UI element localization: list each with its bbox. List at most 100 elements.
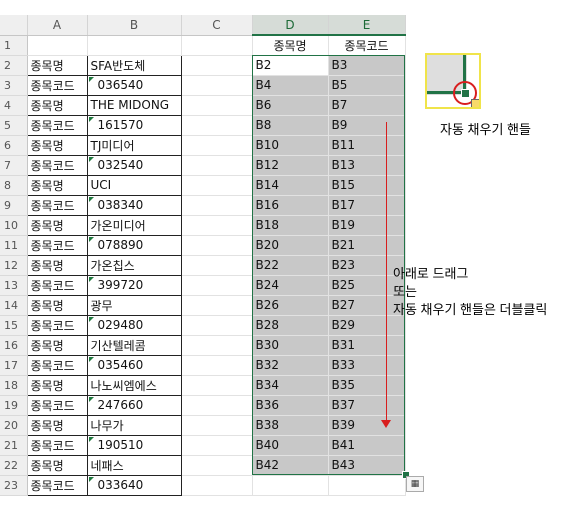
- cell-e[interactable]: B39: [328, 415, 406, 436]
- cell-e[interactable]: B15: [328, 175, 406, 196]
- cell-b[interactable]: 광무: [86, 294, 182, 316]
- row-header[interactable]: 3: [0, 75, 28, 96]
- row-header[interactable]: 8: [0, 175, 28, 196]
- cell-a[interactable]: 종목명: [26, 214, 88, 236]
- cell-b[interactable]: [87, 35, 182, 56]
- cell-d[interactable]: B16: [252, 195, 329, 216]
- cell-a[interactable]: 종목명: [26, 254, 88, 276]
- cell-c[interactable]: [181, 175, 253, 196]
- cell-c[interactable]: [181, 395, 253, 416]
- row-header[interactable]: 4: [0, 95, 28, 116]
- row-header[interactable]: 14: [0, 295, 28, 316]
- cell-c[interactable]: [181, 295, 253, 316]
- cell-c[interactable]: [181, 135, 253, 156]
- cell-a[interactable]: 종목코드: [26, 354, 88, 376]
- cell-c[interactable]: [181, 55, 253, 76]
- row-header[interactable]: 2: [0, 55, 28, 76]
- cell-d[interactable]: B24: [252, 275, 329, 296]
- cell-c[interactable]: [181, 275, 253, 296]
- cell-b[interactable]: 161570: [86, 114, 182, 136]
- cell-d[interactable]: B4: [252, 75, 329, 96]
- row-header[interactable]: 20: [0, 415, 28, 436]
- cell-e[interactable]: B35: [328, 375, 406, 396]
- cell-b[interactable]: 나노씨엠에스: [86, 374, 182, 396]
- cell-d[interactable]: B14: [252, 175, 329, 196]
- cell-d[interactable]: B10: [252, 135, 329, 156]
- cell-e[interactable]: B29: [328, 315, 406, 336]
- cell-b[interactable]: 035460: [86, 354, 182, 376]
- cell-e[interactable]: B9: [328, 115, 406, 136]
- column-header-c[interactable]: C: [181, 15, 253, 36]
- column-header-d[interactable]: D: [252, 15, 329, 36]
- row-header[interactable]: 6: [0, 135, 28, 156]
- cell-b[interactable]: 247660: [86, 394, 182, 416]
- cell-c[interactable]: [181, 315, 253, 336]
- row-header[interactable]: 1: [0, 35, 28, 56]
- cell-e[interactable]: B33: [328, 355, 406, 376]
- cell-b[interactable]: TJ미디어: [86, 134, 182, 156]
- cell-d[interactable]: B20: [252, 235, 329, 256]
- cell-d[interactable]: B12: [252, 155, 329, 176]
- cell-d[interactable]: B40: [252, 435, 329, 456]
- cell-d[interactable]: 종목명: [252, 35, 329, 56]
- cell-b[interactable]: 가온칩스: [86, 254, 182, 276]
- row-header[interactable]: 18: [0, 375, 28, 396]
- cell-b[interactable]: 029480: [86, 314, 182, 336]
- cell-d[interactable]: B28: [252, 315, 329, 336]
- row-header[interactable]: 23: [0, 475, 28, 496]
- cell-b[interactable]: 038340: [86, 194, 182, 216]
- cell-a[interactable]: 종목코드: [26, 154, 88, 176]
- cell-a[interactable]: 종목명: [26, 454, 88, 476]
- cell-d[interactable]: B2: [252, 55, 329, 76]
- cell-c[interactable]: [181, 415, 253, 436]
- cell-a[interactable]: 종목명: [26, 174, 88, 196]
- cell-e[interactable]: B17: [328, 195, 406, 216]
- row-header[interactable]: 11: [0, 235, 28, 256]
- column-header-a[interactable]: A: [27, 15, 88, 36]
- cell-d[interactable]: B26: [252, 295, 329, 316]
- cell-d[interactable]: B38: [252, 415, 329, 436]
- row-header[interactable]: 22: [0, 455, 28, 476]
- cell-c[interactable]: [181, 95, 253, 116]
- cell-e[interactable]: B37: [328, 395, 406, 416]
- cell-c[interactable]: [181, 355, 253, 376]
- cell-b[interactable]: 네패스: [86, 454, 182, 476]
- row-header[interactable]: 16: [0, 335, 28, 356]
- cell-a[interactable]: 종목명: [26, 54, 88, 76]
- cell-c[interactable]: [181, 475, 253, 496]
- column-header-e[interactable]: E: [328, 15, 406, 36]
- row-header[interactable]: 10: [0, 215, 28, 236]
- cell-b[interactable]: 399720: [86, 274, 182, 296]
- cell-e[interactable]: [328, 475, 406, 496]
- cell-d[interactable]: B32: [252, 355, 329, 376]
- cell-a[interactable]: 종목코드: [26, 274, 88, 296]
- cell-a[interactable]: 종목코드: [26, 474, 88, 496]
- row-header[interactable]: 21: [0, 435, 28, 456]
- select-all-corner[interactable]: [0, 15, 28, 36]
- cell-a[interactable]: 종목명: [26, 334, 88, 356]
- cell-b[interactable]: 036540: [86, 74, 182, 96]
- cell-e[interactable]: B11: [328, 135, 406, 156]
- cell-e[interactable]: B3: [328, 55, 406, 76]
- cell-a[interactable]: 종목명: [26, 94, 88, 116]
- cell-c[interactable]: [181, 435, 253, 456]
- cell-b[interactable]: 190510: [86, 434, 182, 456]
- cell-a[interactable]: 종목코드: [26, 74, 88, 96]
- cell-d[interactable]: B8: [252, 115, 329, 136]
- cell-c[interactable]: [181, 215, 253, 236]
- row-header[interactable]: 13: [0, 275, 28, 296]
- cell-c[interactable]: [181, 35, 253, 56]
- row-header[interactable]: 5: [0, 115, 28, 136]
- cell-e[interactable]: B43: [328, 455, 406, 476]
- column-header-b[interactable]: B: [87, 15, 182, 36]
- cell-a[interactable]: 종목명: [26, 414, 88, 436]
- row-header[interactable]: 7: [0, 155, 28, 176]
- cell-e[interactable]: B31: [328, 335, 406, 356]
- cell-b[interactable]: 기산텔레콤: [86, 334, 182, 356]
- cell-a[interactable]: 종목명: [26, 374, 88, 396]
- cell-e[interactable]: B41: [328, 435, 406, 456]
- cell-d[interactable]: B36: [252, 395, 329, 416]
- cell-b[interactable]: UCI: [86, 174, 182, 196]
- cell-d[interactable]: B6: [252, 95, 329, 116]
- cell-a[interactable]: [27, 35, 88, 56]
